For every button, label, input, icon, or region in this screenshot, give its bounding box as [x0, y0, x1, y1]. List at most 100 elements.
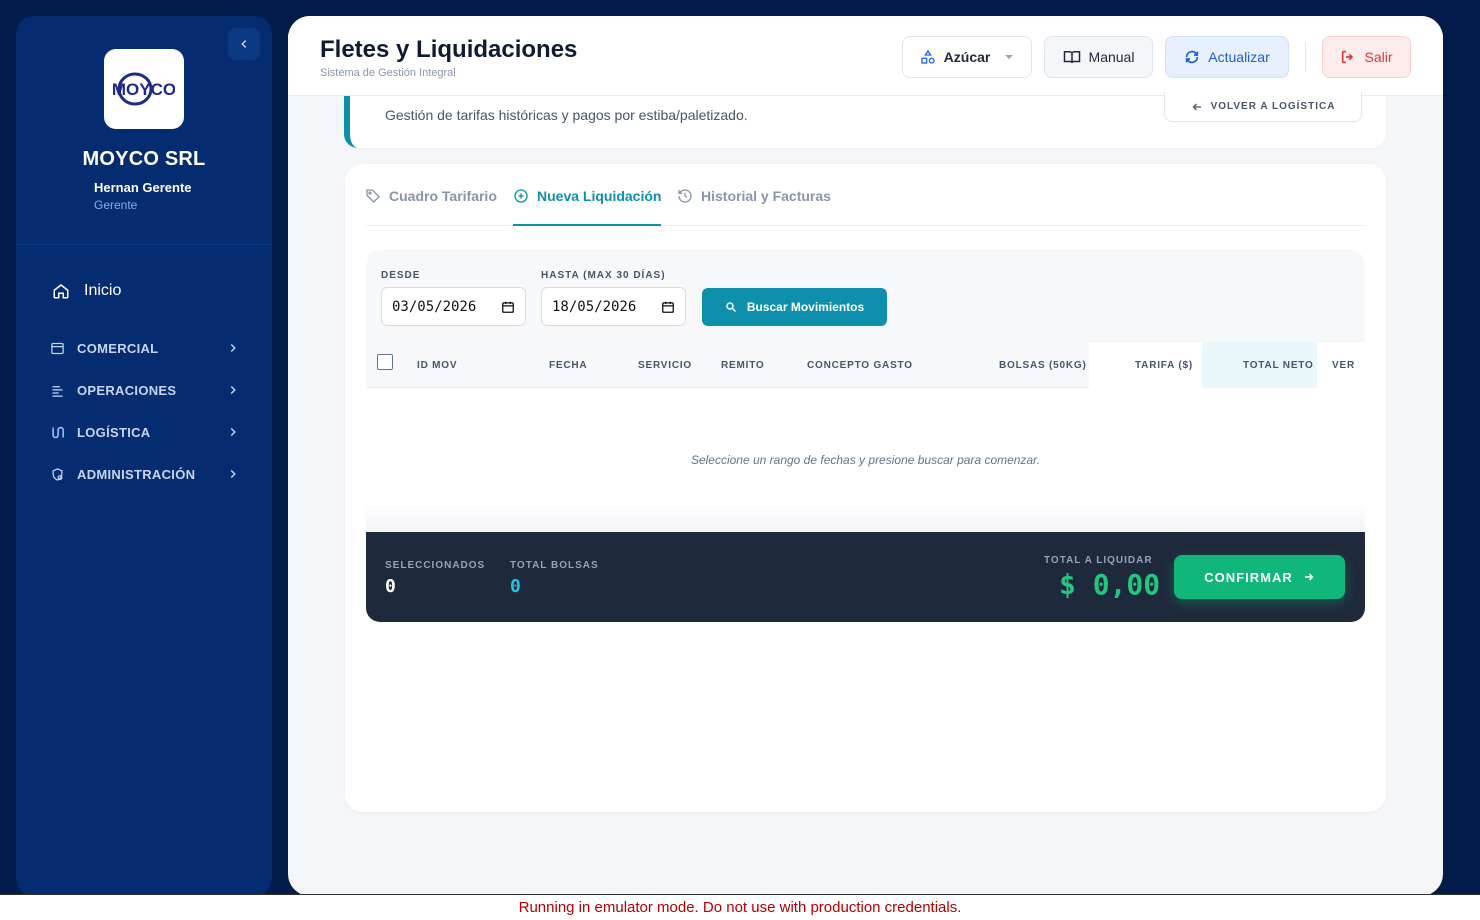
desde-label: DESDE — [381, 270, 421, 281]
date-filter-panel: DESDE 03/05/2026 HASTA (MAX 30 DÍAS) 18/… — [366, 250, 1365, 342]
caret-down-icon — [1005, 55, 1014, 59]
company-name: MOYCO SRL — [82, 148, 206, 170]
sidebar-item-label: Inicio — [84, 282, 122, 299]
svg-text:MOYCO: MOYCO — [113, 80, 175, 99]
book-open-icon — [1063, 51, 1080, 64]
total-to-liquidate-label: TOTAL A LIQUIDAR — [1044, 555, 1153, 566]
tab-label: Historial y Facturas — [701, 188, 831, 204]
calendar-icon — [662, 301, 674, 313]
sidebar: MOYCO MOYCO SRL Hernan Gerente Gerente I… — [16, 16, 272, 896]
summary-bar: SELECCIONADOS 0 TOTAL BOLSAS 0 TOTAL A L… — [366, 532, 1365, 622]
chevron-left-icon — [241, 39, 247, 49]
layers-icon — [48, 381, 66, 399]
history-icon — [678, 189, 692, 203]
top-bar: Fletes y Liquidaciones Sistema de Gestió… — [288, 16, 1443, 96]
home-icon — [53, 284, 69, 299]
empty-table-message: Seleccione un rango de fechas y presione… — [690, 453, 1041, 467]
route-icon — [48, 423, 66, 441]
hasta-date-value: 18/05/2026 — [552, 298, 637, 315]
arrow-right-icon — [1304, 573, 1314, 581]
tab-nueva-liquidacion[interactable]: Nueva Liquidación — [513, 188, 661, 204]
confirm-button-label: CONFIRMAR — [1204, 569, 1293, 585]
desde-date-value: 03/05/2026 — [392, 298, 477, 315]
refresh-button-label: Actualizar — [1208, 49, 1270, 65]
total-to-liquidate-value: $ 0,00 — [1059, 568, 1161, 601]
search-button-label: Buscar Movimientos — [746, 300, 865, 314]
sidebar-item-comercial[interactable]: COMERCIAL — [48, 336, 240, 360]
column-header-servicio[interactable]: SERVICIO — [638, 360, 692, 371]
column-header-tarifa[interactable]: TARIFA ($) — [1135, 360, 1193, 371]
select-all-checkbox[interactable] — [377, 354, 393, 370]
user-role: Gerente — [94, 198, 138, 212]
refresh-icon — [1186, 50, 1199, 64]
total-bags-value: 0 — [510, 576, 521, 597]
chevron-right-icon — [226, 383, 240, 397]
tab-historial-facturas[interactable]: Historial y Facturas — [677, 188, 831, 204]
search-movements-button[interactable]: Buscar Movimientos — [702, 288, 887, 326]
back-button-label: VOLVER A LOGÍSTICA — [1210, 101, 1336, 112]
column-header-concepto-gasto[interactable]: CONCEPTO GASTO — [807, 360, 913, 371]
page-subtitle: Sistema de Gestión Integral — [320, 67, 456, 79]
toolbar-separator — [1305, 42, 1306, 72]
tag-icon — [366, 189, 380, 203]
main-panel: Fletes y Liquidaciones Sistema de Gestió… — [288, 16, 1443, 896]
collapse-sidebar-button[interactable] — [228, 28, 260, 60]
store-icon — [48, 339, 66, 357]
column-header-fecha[interactable]: FECHA — [549, 360, 587, 371]
arrow-left-icon — [1192, 103, 1201, 110]
hasta-date-input[interactable]: 18/05/2026 — [541, 287, 686, 326]
logout-button[interactable]: Salir — [1322, 36, 1411, 78]
column-header-ver[interactable]: VER — [1332, 360, 1355, 371]
selected-count-value: 0 — [385, 576, 396, 597]
selected-count-label: SELECCIONADOS — [385, 560, 486, 571]
plus-circle-icon — [514, 189, 528, 203]
logout-icon — [1342, 50, 1354, 64]
chevron-right-icon — [226, 425, 240, 439]
shapes-icon — [920, 49, 935, 64]
liquidation-card: Cuadro Tarifario Nueva Liquidación Histo… — [345, 164, 1386, 812]
tab-label: Nueva Liquidación — [537, 188, 662, 204]
product-select[interactable]: Azúcar — [902, 36, 1032, 78]
chevron-right-icon — [226, 341, 240, 355]
sidebar-item-label: COMERCIAL — [77, 340, 159, 356]
confirm-button[interactable]: CONFIRMAR — [1174, 555, 1345, 599]
tab-bar: Cuadro Tarifario Nueva Liquidación Histo… — [365, 164, 1365, 226]
product-select-value: Azúcar — [943, 49, 991, 65]
manual-button-label: Manual — [1088, 49, 1135, 65]
tab-cuadro-tarifario[interactable]: Cuadro Tarifario — [365, 188, 497, 204]
chevron-right-icon — [226, 467, 240, 481]
logout-button-label: Salir — [1364, 49, 1393, 65]
user-name: Hernan Gerente — [94, 180, 192, 195]
sidebar-item-operaciones[interactable]: OPERACIONES — [48, 378, 240, 402]
table-fade — [366, 504, 1365, 532]
refresh-button[interactable]: Actualizar — [1165, 36, 1289, 78]
hasta-label: HASTA (MAX 30 DÍAS) — [541, 270, 666, 281]
column-header-id-mov[interactable]: ID MOV — [417, 360, 457, 371]
section-description: Gestión de tarifas históricas y pagos po… — [385, 107, 748, 123]
manual-button[interactable]: Manual — [1044, 36, 1153, 78]
emulator-warning-bar: Running in emulator mode. Do not use wit… — [0, 894, 1480, 920]
sidebar-item-label: LOGÍSTICA — [77, 424, 151, 440]
tab-label: Cuadro Tarifario — [389, 188, 497, 204]
active-tab-indicator — [513, 224, 661, 226]
table-header: ID MOV FECHA SERVICIO REMITO CONCEPTO GA… — [366, 342, 1365, 388]
moyco-logo-icon: MOYCO — [113, 72, 175, 106]
column-header-total-neto[interactable]: TOTAL NETO — [1243, 360, 1314, 371]
sidebar-divider — [16, 244, 272, 245]
shield-cog-icon — [48, 465, 66, 483]
calendar-icon — [502, 301, 514, 313]
sidebar-item-logistica[interactable]: LOGÍSTICA — [48, 420, 240, 444]
desde-date-input[interactable]: 03/05/2026 — [381, 287, 526, 326]
search-icon — [726, 302, 736, 313]
sidebar-item-label: ADMINISTRACIÓN — [77, 466, 196, 482]
page-title: Fletes y Liquidaciones — [320, 36, 578, 63]
total-bags-label: TOTAL BOLSAS — [510, 560, 599, 571]
company-logo: MOYCO — [104, 49, 184, 129]
sidebar-item-administracion[interactable]: ADMINISTRACIÓN — [48, 462, 240, 486]
sidebar-item-inicio[interactable]: Inicio — [52, 282, 121, 300]
column-header-remito[interactable]: REMITO — [721, 360, 765, 371]
back-to-logistica-button[interactable]: VOLVER A LOGÍSTICA — [1164, 92, 1362, 122]
sidebar-item-label: OPERACIONES — [77, 382, 177, 398]
section-header-card: Gestión de tarifas históricas y pagos po… — [344, 92, 1386, 148]
column-header-bolsas[interactable]: BOLSAS (50KG) — [999, 360, 1087, 371]
